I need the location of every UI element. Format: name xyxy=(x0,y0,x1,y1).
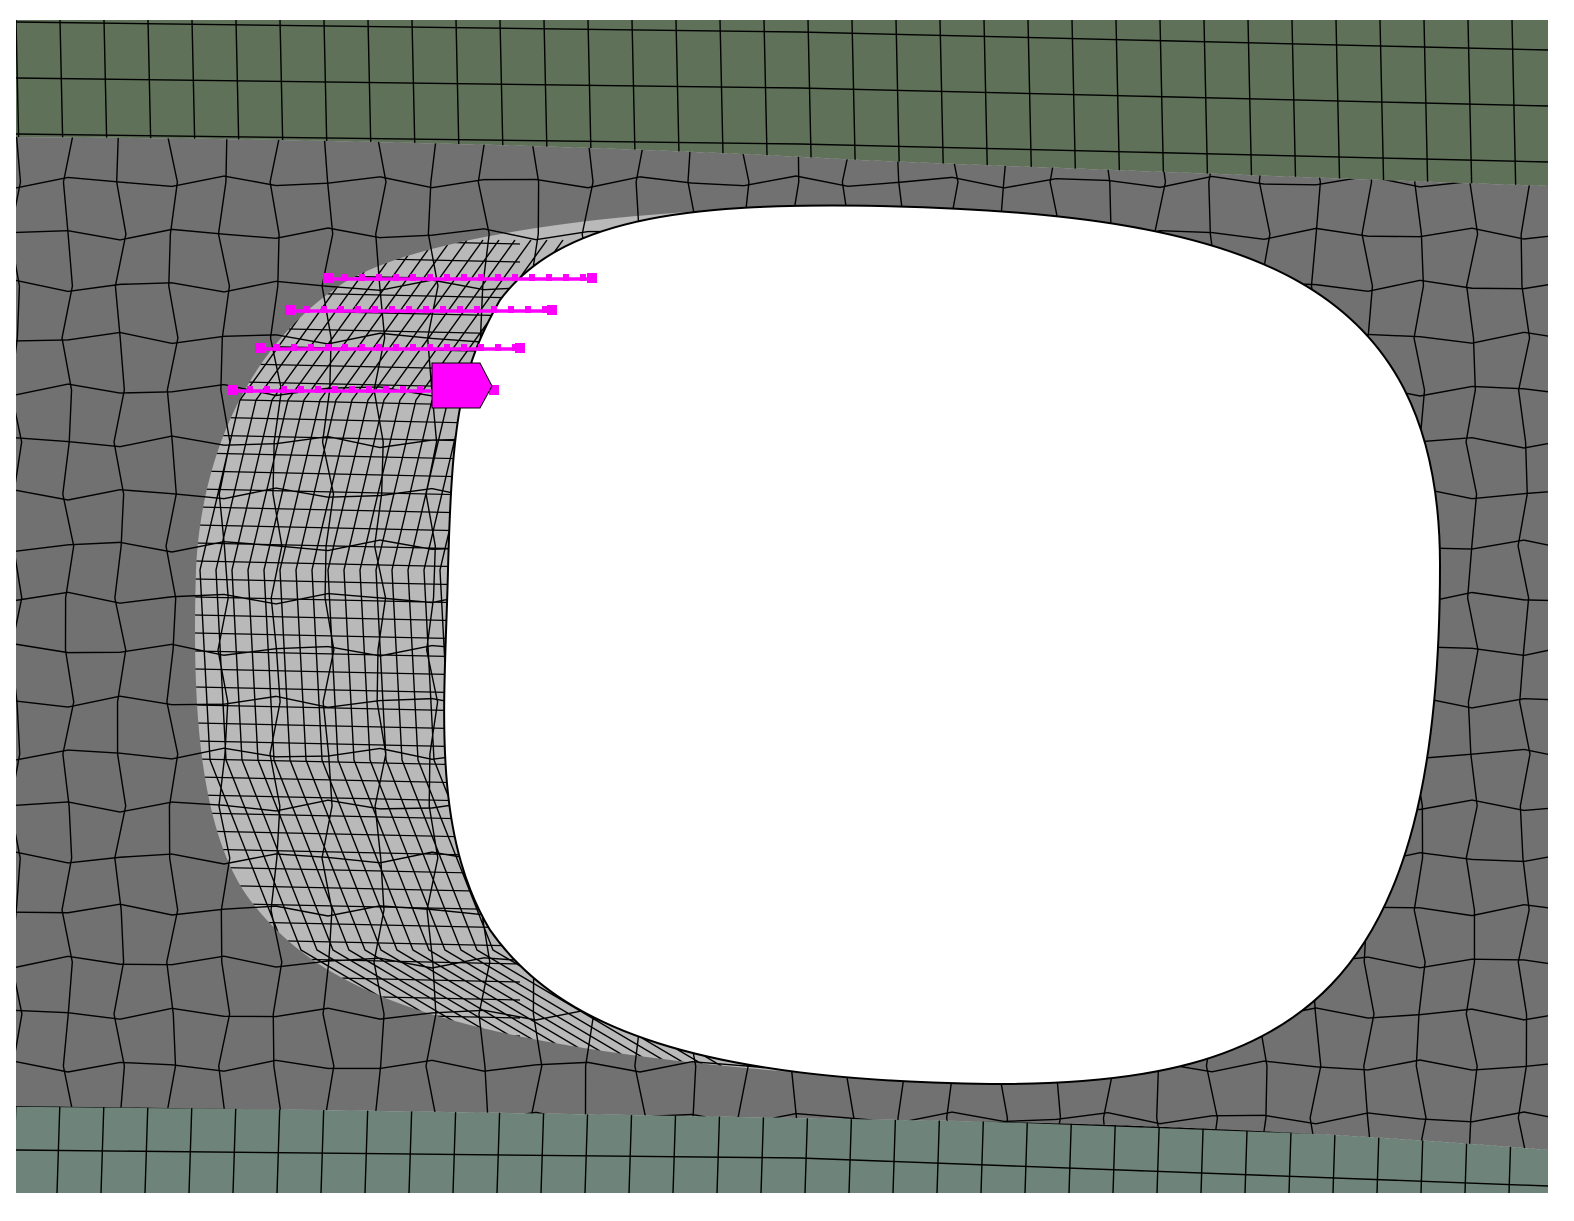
selected-node-marker[interactable] xyxy=(325,344,331,351)
selected-node-marker[interactable] xyxy=(427,274,433,281)
selected-node-marker[interactable] xyxy=(512,274,518,281)
mesh-edge xyxy=(16,1216,1574,1221)
selection-row-end-marker[interactable] xyxy=(547,305,557,315)
selected-node-marker[interactable] xyxy=(495,274,501,281)
selected-node-marker[interactable] xyxy=(457,306,463,313)
mesh-edge xyxy=(1553,1100,1556,1193)
selection-row-start-marker[interactable] xyxy=(228,385,238,395)
selected-node-marker[interactable] xyxy=(400,386,406,393)
selected-node-marker[interactable] xyxy=(291,344,297,351)
hole-opening xyxy=(444,205,1440,1085)
selected-node-marker[interactable] xyxy=(478,344,484,351)
selected-node-marker[interactable] xyxy=(376,344,382,351)
selection-handle-icon[interactable] xyxy=(431,362,493,409)
selected-node-marker[interactable] xyxy=(410,274,416,281)
selected-node-marker[interactable] xyxy=(423,306,429,313)
mesh-edge xyxy=(1556,20,1560,200)
selection-row-end-marker[interactable] xyxy=(515,343,525,353)
selected-node-marker[interactable] xyxy=(474,306,480,313)
selected-node-marker[interactable] xyxy=(359,274,365,281)
selected-node-marker[interactable] xyxy=(342,274,348,281)
mesh-edge xyxy=(16,1194,1548,1221)
selected-node-marker[interactable] xyxy=(247,386,253,393)
selected-node-marker[interactable] xyxy=(495,344,501,351)
selected-node-marker[interactable] xyxy=(444,344,450,351)
selected-node-marker[interactable] xyxy=(349,386,355,393)
mesh-canvas[interactable] xyxy=(0,0,1574,1221)
selected-node-marker[interactable] xyxy=(338,306,344,313)
selected-node-marker[interactable] xyxy=(508,306,514,313)
selected-node-marker[interactable] xyxy=(315,386,321,393)
selected-node-marker[interactable] xyxy=(417,386,423,393)
selected-node-marker[interactable] xyxy=(393,344,399,351)
selected-node-marker[interactable] xyxy=(359,344,365,351)
selected-node-marker[interactable] xyxy=(355,306,361,313)
selected-node-marker[interactable] xyxy=(264,386,270,393)
selected-node-marker[interactable] xyxy=(376,274,382,281)
selected-node-marker[interactable] xyxy=(580,274,586,281)
selected-node-marker[interactable] xyxy=(332,386,338,393)
selected-node-marker[interactable] xyxy=(372,306,378,313)
selected-node-marker[interactable] xyxy=(440,306,446,313)
mesh-edge xyxy=(16,1106,17,1193)
selected-node-marker[interactable] xyxy=(308,344,314,351)
mesh-edge xyxy=(1570,130,1574,1221)
graphics-viewport[interactable] xyxy=(0,0,1574,1221)
selected-node-marker[interactable] xyxy=(366,386,372,393)
selected-node-marker[interactable] xyxy=(406,306,412,313)
selected-node-marker[interactable] xyxy=(383,386,389,393)
selected-node-marker[interactable] xyxy=(461,274,467,281)
selected-node-marker[interactable] xyxy=(478,274,484,281)
selected-node-marker[interactable] xyxy=(304,306,310,313)
selected-node-marker[interactable] xyxy=(393,274,399,281)
selected-node-marker[interactable] xyxy=(410,344,416,351)
selection-row-start-marker[interactable] xyxy=(285,305,295,315)
selected-node-marker[interactable] xyxy=(546,274,552,281)
selected-node-marker[interactable] xyxy=(298,386,304,393)
selected-node-marker[interactable] xyxy=(563,274,569,281)
selected-node-marker[interactable] xyxy=(427,344,433,351)
selected-node-marker[interactable] xyxy=(389,306,395,313)
selected-node-marker[interactable] xyxy=(274,344,280,351)
selected-node-marker[interactable] xyxy=(321,306,327,313)
selection-row-start-marker[interactable] xyxy=(255,343,265,353)
selection-row-end-marker[interactable] xyxy=(587,273,597,283)
selected-node-marker[interactable] xyxy=(491,306,497,313)
selected-node-marker[interactable] xyxy=(529,274,535,281)
selected-node-marker[interactable] xyxy=(461,344,467,351)
selected-node-marker[interactable] xyxy=(525,306,531,313)
selected-node-marker[interactable] xyxy=(342,344,348,351)
selected-node-marker[interactable] xyxy=(444,274,450,281)
selection-row-start-marker[interactable] xyxy=(323,273,333,283)
selected-node-marker[interactable] xyxy=(281,386,287,393)
